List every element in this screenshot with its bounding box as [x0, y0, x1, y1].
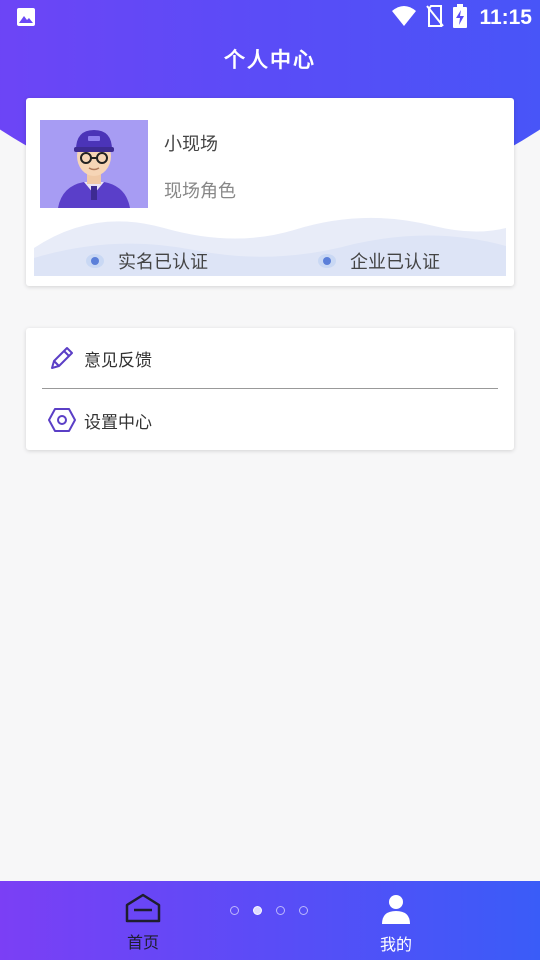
tab-label: 首页: [126, 933, 159, 952]
settings-hexagon-icon: [48, 406, 76, 434]
menu-item-label: 意见反馈: [84, 350, 152, 371]
battery-charging-icon: [453, 4, 468, 32]
user-icon: [380, 895, 412, 929]
image-icon: [16, 7, 36, 31]
badge-label: 企业已认证: [350, 252, 440, 273]
status-time: 11:15: [479, 6, 532, 29]
badge-label: 实名已认证: [118, 252, 208, 273]
menu-item-settings[interactable]: 设置中心: [26, 390, 514, 450]
pager-dot: [299, 906, 308, 915]
profile-card[interactable]: 小现场 现场角色 实名已认证 企业已认证: [26, 98, 514, 286]
page-indicator: [230, 906, 308, 915]
tab-label: 我的: [379, 935, 412, 954]
tab-mine[interactable]: 我的: [356, 893, 436, 955]
company-verified-badge: 企业已认证: [318, 248, 440, 274]
pager-dot: [230, 906, 239, 915]
menu-item-label: 设置中心: [84, 412, 152, 433]
pencil-icon: [48, 344, 76, 372]
avatar[interactable]: [40, 120, 148, 208]
no-sim-icon: [425, 4, 445, 32]
wifi-icon: [391, 5, 417, 31]
pager-dot-active: [253, 906, 262, 915]
user-role: 现场角色: [164, 181, 236, 202]
menu-card: 意见反馈 设置中心: [26, 328, 514, 450]
pager-dot: [276, 906, 285, 915]
home-icon: [124, 893, 162, 927]
user-name: 小现场: [164, 134, 218, 155]
page-title: 个人中心: [224, 48, 316, 72]
verified-dot-icon: [318, 254, 336, 268]
bottom-tab-bar: 首页 我的: [0, 881, 540, 960]
menu-divider: [42, 388, 498, 389]
tab-home[interactable]: 首页: [103, 893, 183, 953]
menu-item-feedback[interactable]: 意见反馈: [26, 328, 514, 388]
verified-dot-icon: [86, 254, 104, 268]
real-name-verified-badge: 实名已认证: [86, 248, 208, 274]
status-bar: 11:15: [0, 0, 540, 34]
